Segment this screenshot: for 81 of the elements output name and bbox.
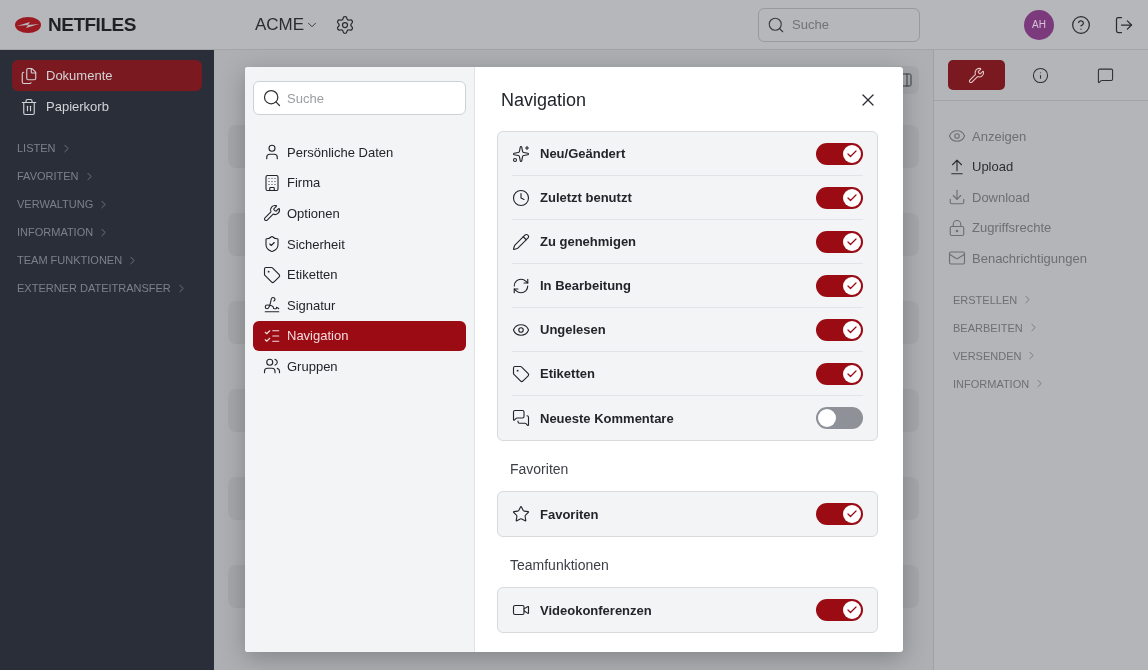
setting-label: Videokonferenzen bbox=[540, 602, 653, 618]
comment-icon bbox=[1097, 66, 1115, 84]
setting-label: Neu/Geändert bbox=[540, 146, 627, 161]
info-icon bbox=[1032, 66, 1050, 84]
setting-label: Ungelesen bbox=[540, 322, 607, 337]
toggle-switch[interactable] bbox=[816, 407, 863, 429]
check-icon bbox=[846, 604, 858, 616]
toggle-switch[interactable] bbox=[816, 318, 863, 341]
help-button[interactable] bbox=[1071, 14, 1091, 35]
tag-icon bbox=[512, 364, 530, 383]
user-icon bbox=[263, 143, 281, 162]
tag-icon bbox=[263, 265, 281, 284]
trash-icon bbox=[20, 97, 38, 116]
logout-icon bbox=[1114, 14, 1134, 35]
logo-icon bbox=[14, 15, 42, 34]
signature-icon bbox=[263, 296, 281, 315]
logout-button[interactable] bbox=[1114, 14, 1134, 35]
download-icon bbox=[948, 188, 966, 207]
settings-menu-item[interactable]: Gruppen bbox=[253, 351, 466, 382]
logo-text: NETFILES bbox=[48, 13, 136, 36]
building-icon bbox=[263, 173, 281, 192]
setting-label: Favoriten bbox=[540, 506, 600, 522]
wrench-tab[interactable] bbox=[947, 60, 1005, 90]
action-link[interactable]: Upload bbox=[948, 151, 1134, 182]
search-field[interactable]: Suche bbox=[253, 81, 466, 115]
comments-icon bbox=[512, 409, 530, 427]
group-heading: Teamfunktionen bbox=[509, 556, 610, 575]
documents-icon bbox=[20, 66, 38, 85]
toggle-switch[interactable] bbox=[816, 142, 863, 165]
settings-menu-item[interactable]: Persönliche Daten bbox=[253, 137, 466, 168]
group-heading: Favoriten bbox=[509, 460, 570, 479]
sidebar-section[interactable]: VERWALTUNG bbox=[12, 190, 202, 218]
users-icon bbox=[263, 357, 281, 376]
toggle-switch[interactable] bbox=[816, 503, 863, 525]
search-icon bbox=[767, 15, 785, 34]
sidebar-section[interactable]: TEAM FUNKTIONEN bbox=[12, 246, 202, 274]
shield-icon bbox=[263, 235, 281, 254]
refresh-icon bbox=[512, 276, 530, 295]
wrench-icon bbox=[263, 204, 281, 223]
organization-dropdown[interactable]: ACME bbox=[255, 14, 320, 35]
panel-section[interactable]: BEARBEITEN bbox=[948, 313, 1134, 342]
sidebar-item[interactable]: Dokumente bbox=[12, 60, 202, 91]
settings-menu-item[interactable]: Signatur bbox=[253, 289, 466, 321]
setting-label: Neueste Kommentare bbox=[540, 410, 675, 426]
setting-label: In Bearbeitung bbox=[540, 278, 632, 293]
gear-icon bbox=[335, 14, 356, 35]
toggle-switch[interactable] bbox=[816, 362, 863, 385]
sidebar-section[interactable]: FAVORITEN bbox=[12, 162, 202, 190]
help-icon bbox=[1071, 14, 1091, 35]
settings-menu-item[interactable]: Optionen bbox=[253, 198, 466, 229]
toggle-switch[interactable] bbox=[816, 230, 863, 253]
clock-icon bbox=[512, 188, 530, 207]
wrench-icon bbox=[967, 66, 985, 84]
panel-section[interactable]: INFORMATION bbox=[948, 369, 1134, 398]
settings-menu-item[interactable]: Firma bbox=[253, 167, 466, 199]
settings-menu-item[interactable]: Sicherheit bbox=[253, 228, 466, 260]
dialog-title: Navigation bbox=[501, 89, 587, 111]
mail-icon bbox=[948, 249, 966, 268]
setting-label: Zu genehmigen bbox=[540, 234, 638, 249]
sidebar-item[interactable]: Papierkorb bbox=[12, 91, 202, 122]
star-icon bbox=[512, 505, 530, 523]
settings-menu-item[interactable]: Navigation bbox=[253, 320, 466, 352]
user-avatar[interactable]: AH bbox=[1024, 9, 1054, 40]
sidebar-section[interactable]: EXTERNER DATEITRANSFER bbox=[12, 274, 202, 302]
panel-section[interactable]: VERSENDEN bbox=[948, 341, 1134, 370]
settings-menu-item[interactable]: Etiketten bbox=[253, 259, 466, 290]
search-field[interactable]: Suche bbox=[758, 7, 920, 42]
lock-icon bbox=[948, 218, 966, 237]
setting-label: Zuletzt benutzt bbox=[540, 190, 633, 205]
toggle-switch[interactable] bbox=[816, 274, 863, 297]
sidebar-section[interactable]: LISTEN bbox=[12, 134, 202, 162]
upload-icon bbox=[948, 157, 966, 176]
sidebar-section[interactable]: INFORMATION bbox=[12, 218, 202, 246]
sparkles-icon bbox=[512, 144, 530, 163]
pencil-icon bbox=[512, 232, 530, 251]
setting-label: Etiketten bbox=[540, 366, 596, 381]
toggle-switch[interactable] bbox=[816, 599, 863, 621]
toggle-switch[interactable] bbox=[816, 186, 863, 209]
settings-button[interactable] bbox=[335, 14, 356, 35]
panel-section[interactable]: ERSTELLEN bbox=[948, 285, 1134, 314]
check-icon bbox=[846, 508, 858, 520]
